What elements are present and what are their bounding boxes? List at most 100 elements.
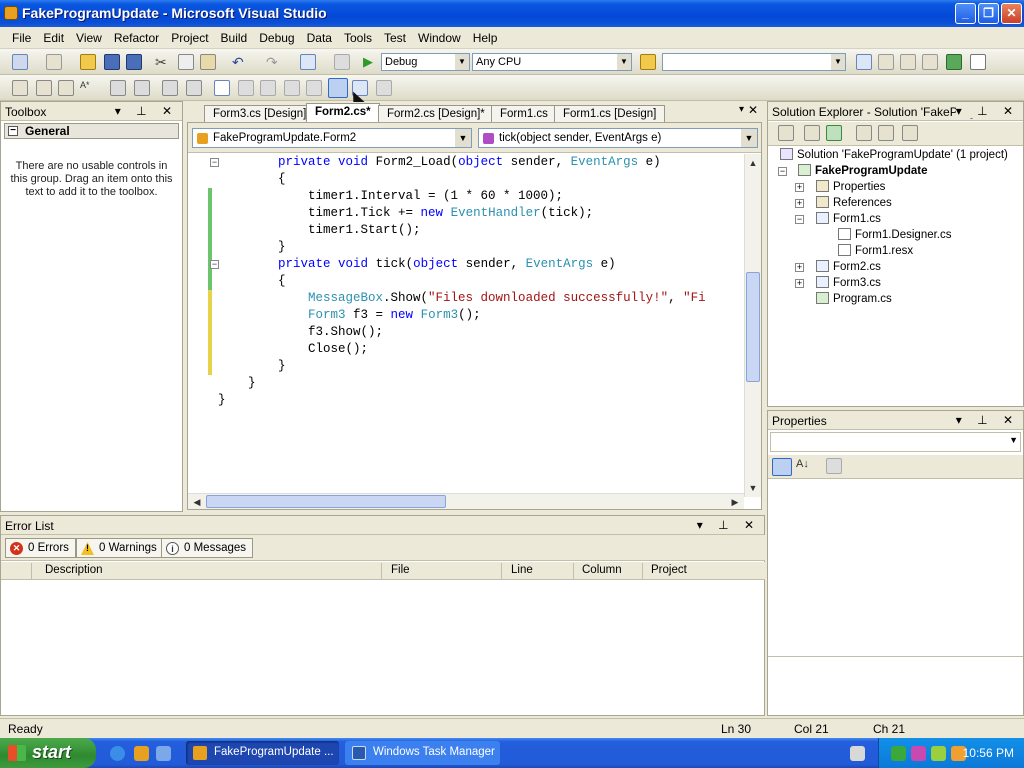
next-bookmark-folder-icon[interactable] — [306, 80, 322, 96]
tree-item-references[interactable]: References — [816, 195, 892, 211]
menu-refactor[interactable]: Refactor — [108, 27, 165, 45]
code-text[interactable]: private void Form2_Load(object sender, E… — [218, 154, 742, 497]
uncomment-lines-icon[interactable] — [186, 80, 202, 96]
redo-icon[interactable]: ↷ — [266, 54, 282, 70]
menu-debug[interactable]: Debug — [253, 27, 300, 45]
code-line[interactable]: } — [218, 392, 742, 409]
column-file[interactable]: File — [391, 564, 410, 576]
tree-item-form1-resx[interactable]: Form1.resx — [838, 243, 913, 259]
restore-button[interactable]: ❐ — [978, 3, 999, 24]
tab-form1-code[interactable]: Form1.cs — [491, 105, 557, 122]
tree-item-form1-designer[interactable]: Form1.Designer.cs — [838, 227, 952, 243]
tab-form2-code[interactable]: Form2.cs* — [306, 103, 380, 122]
tree-item-properties[interactable]: Properties — [816, 179, 885, 195]
column-description[interactable]: Description — [45, 564, 103, 576]
complete-word-icon[interactable]: A* — [80, 80, 96, 96]
warnings-filter-button[interactable]: ! 0 Warnings — [76, 538, 164, 558]
cut-icon[interactable]: ✂ — [155, 54, 171, 70]
show-desktop-icon[interactable] — [156, 746, 171, 761]
navigate-forward-icon[interactable] — [334, 54, 350, 70]
code-line[interactable]: timer1.Tick += new EventHandler(tick); — [218, 205, 742, 222]
bookmark-active-icon[interactable] — [328, 78, 348, 98]
code-line[interactable]: f3.Show(); — [218, 324, 742, 341]
next-bookmark-icon[interactable] — [260, 80, 276, 96]
menu-window[interactable]: Window — [412, 27, 467, 45]
properties-icon[interactable] — [778, 125, 794, 141]
show-all-files-icon[interactable] — [804, 125, 820, 141]
code-line[interactable]: Form3 f3 = new Form3(); — [218, 307, 742, 324]
paste-icon[interactable] — [200, 54, 216, 70]
expand-icon[interactable]: + — [795, 279, 804, 288]
copy-icon[interactable] — [178, 54, 194, 70]
view-code-icon[interactable] — [856, 125, 872, 141]
tree-item-program[interactable]: Program.cs — [816, 291, 892, 307]
view-designer-icon[interactable] — [878, 125, 894, 141]
taskbar-item-task-manager[interactable]: Windows Task Manager — [345, 741, 500, 765]
column-project[interactable]: Project — [651, 564, 687, 576]
horizontal-scrollbar[interactable]: ◀ ▶ — [188, 493, 744, 509]
start-page-icon[interactable] — [946, 54, 962, 70]
bookmark-icon[interactable] — [214, 80, 230, 96]
menu-file[interactable]: File — [6, 27, 37, 45]
panel-buttons[interactable]: ▾ ⊥ ✕ — [697, 518, 760, 532]
save-icon[interactable] — [104, 54, 120, 70]
command-window-icon[interactable] — [970, 54, 986, 70]
tray-network-icon[interactable] — [911, 746, 926, 761]
scroll-right-icon[interactable]: ▶ — [728, 495, 742, 509]
code-line[interactable]: MessageBox.Show("Files downloaded succes… — [218, 290, 742, 307]
tree-item-project[interactable]: FakeProgramUpdate — [798, 163, 927, 179]
open-folder-icon[interactable] — [80, 54, 96, 70]
menu-view[interactable]: View — [70, 27, 108, 45]
navigate-backward-icon[interactable] — [300, 54, 316, 70]
member-list-icon[interactable] — [12, 80, 28, 96]
solution-config-select[interactable]: Debug ▼ — [381, 53, 470, 71]
menu-help[interactable]: Help — [467, 27, 504, 45]
code-line[interactable]: timer1.Interval = (1 * 60 * 1000); — [218, 188, 742, 205]
tab-form2-design[interactable]: Form2.cs [Design]* — [378, 105, 494, 122]
toolbox-empty-message[interactable]: There are no usable controls in this gro… — [9, 160, 174, 199]
code-line[interactable]: { — [218, 273, 742, 290]
panel-buttons[interactable]: ▾ ⊥ ✕ — [115, 104, 178, 118]
object-browser-icon[interactable] — [900, 54, 916, 70]
expand-icon[interactable]: + — [795, 183, 804, 192]
find-input[interactable]: ▼ — [662, 53, 846, 71]
add-item-icon[interactable] — [46, 54, 62, 70]
close-document-icon[interactable]: ✕ — [748, 103, 758, 117]
code-line[interactable]: timer1.Start(); — [218, 222, 742, 239]
property-pages-icon[interactable] — [826, 458, 842, 474]
categorized-icon[interactable] — [772, 458, 792, 476]
code-line[interactable]: } — [218, 358, 742, 375]
scroll-left-icon[interactable]: ◀ — [190, 495, 204, 509]
expand-icon[interactable]: + — [795, 263, 804, 272]
menu-build[interactable]: Build — [215, 27, 254, 45]
alphabetical-icon[interactable]: A↓ — [796, 458, 812, 474]
vertical-scrollbar[interactable]: ▲ ▼ — [744, 154, 761, 497]
menu-data[interactable]: Data — [301, 27, 338, 45]
column-line[interactable]: Line — [511, 564, 533, 576]
clock[interactable]: 10:56 PM — [963, 746, 1014, 760]
decrease-indent-icon[interactable] — [110, 80, 126, 96]
previous-bookmark-icon[interactable] — [238, 80, 254, 96]
solution-explorer-icon[interactable] — [856, 54, 872, 70]
tree-item-form3[interactable]: Form3.cs — [816, 275, 881, 291]
scroll-up-icon[interactable]: ▲ — [746, 156, 760, 170]
save-all-icon[interactable] — [126, 54, 142, 70]
tab-form3-design[interactable]: Form3.cs [Design] — [204, 105, 316, 122]
quick-launch-icon[interactable] — [134, 746, 149, 761]
close-button[interactable]: ✕ — [1001, 3, 1022, 24]
collapse-icon[interactable]: − — [795, 215, 804, 224]
tray-security-icon[interactable] — [931, 746, 946, 761]
code-line[interactable]: } — [218, 375, 742, 392]
errors-filter-button[interactable]: ✕ 0 Errors — [5, 538, 76, 558]
start-debugging-icon[interactable]: ▶ — [363, 54, 379, 70]
menu-tools[interactable]: Tools — [338, 27, 378, 45]
start-button[interactable]: start — [0, 738, 96, 768]
code-line[interactable]: Close(); — [218, 341, 742, 358]
undo-icon[interactable]: ↶ — [232, 54, 248, 70]
refresh-icon[interactable] — [826, 125, 842, 141]
find-in-files-icon[interactable] — [640, 54, 656, 70]
scroll-down-icon[interactable]: ▼ — [746, 481, 760, 495]
toolbox-group-general[interactable]: − General — [4, 123, 179, 139]
menu-test[interactable]: Test — [378, 27, 412, 45]
taskbar-item-visual-studio[interactable]: FakeProgramUpdate ... — [186, 741, 339, 765]
